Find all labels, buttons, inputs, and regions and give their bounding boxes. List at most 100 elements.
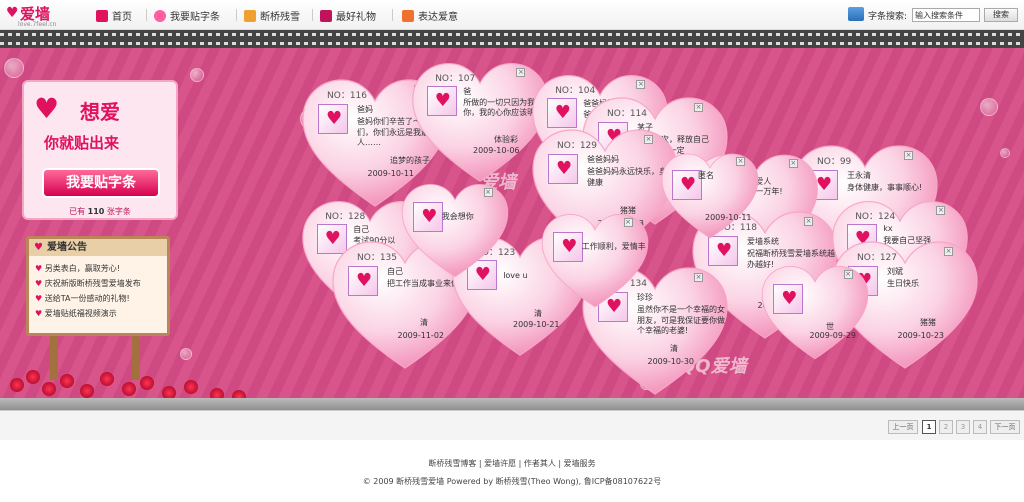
page-1[interactable]: 1 bbox=[922, 420, 936, 434]
note-signature: 清 bbox=[420, 318, 428, 327]
close-icon[interactable]: × bbox=[694, 102, 703, 112]
note-date: 2009-10-06 bbox=[473, 146, 520, 156]
note-count: 已有 110 张字条 bbox=[69, 207, 131, 216]
note-date: 2009-10-11 bbox=[705, 213, 752, 222]
note-avatar bbox=[773, 283, 804, 314]
note-text: 我会想你 bbox=[441, 211, 474, 221]
love-note-heart[interactable]: × 工作顺利，爱情丰 bbox=[540, 210, 650, 309]
close-icon[interactable]: × bbox=[843, 269, 853, 279]
heart-icon bbox=[154, 9, 166, 22]
note-date: 2009-10-30 bbox=[647, 356, 695, 366]
pager-bar bbox=[0, 410, 1024, 440]
nav-best-gift[interactable]: 最好礼物 bbox=[320, 8, 376, 23]
chat-icon bbox=[244, 9, 256, 22]
footer-link[interactable]: 断桥残雪博客 bbox=[428, 459, 476, 468]
nav-express-love[interactable]: 表达爱意 bbox=[402, 8, 458, 23]
note-number: NO：116 bbox=[327, 90, 367, 101]
note-text: 虽然你不是一个幸福的女 bbox=[637, 304, 725, 314]
note-avatar bbox=[426, 85, 457, 116]
note-date: 2009-09-29 bbox=[809, 331, 857, 341]
nav-duanqiao[interactable]: 断桥残雪 bbox=[244, 8, 300, 23]
notice-item[interactable]: 爱墙贴纸福视频演示 bbox=[35, 306, 141, 321]
note-signature: 猪猪 bbox=[920, 318, 936, 327]
note-date: 2009-10-21 bbox=[513, 320, 560, 330]
note-avatar bbox=[553, 231, 584, 262]
page-2[interactable]: 2 bbox=[939, 420, 953, 434]
footer-link[interactable]: 作者其人 bbox=[524, 459, 556, 468]
close-icon[interactable]: × bbox=[636, 80, 646, 90]
close-icon[interactable]: × bbox=[516, 68, 526, 78]
search-input[interactable] bbox=[912, 8, 980, 22]
note-recipient: 王永清 bbox=[847, 170, 871, 180]
nav-post-note[interactable]: 我要贴字条 bbox=[154, 8, 220, 23]
note-signature: 清 bbox=[534, 308, 542, 318]
close-icon[interactable]: × bbox=[644, 134, 653, 144]
close-icon[interactable]: × bbox=[944, 246, 953, 256]
heart-icon: ♥ bbox=[6, 5, 19, 21]
notice-item[interactable]: 送给TA一份感动的礼物! bbox=[35, 291, 141, 306]
close-icon[interactable]: × bbox=[623, 217, 633, 227]
gift-icon bbox=[320, 9, 332, 22]
nav-label: 首页 bbox=[112, 12, 132, 23]
copyright: © 2009 断桥残雪爱墙 Powered by 断桥残雪(Theo Wong)… bbox=[362, 477, 662, 486]
footer-link[interactable]: 爱墙服务 bbox=[564, 459, 596, 468]
close-icon[interactable]: × bbox=[904, 150, 913, 160]
note-text: 工作顺利，爱情丰 bbox=[581, 241, 646, 251]
love-note-heart[interactable]: × 匿名 2009-10-11 bbox=[660, 150, 760, 240]
close-icon[interactable]: × bbox=[788, 159, 798, 169]
note-avatar bbox=[548, 153, 578, 184]
page-3[interactable]: 3 bbox=[956, 420, 970, 434]
note-text: 人…… bbox=[357, 138, 381, 148]
note-recipient: 爸 bbox=[463, 86, 472, 96]
note-number: NO：99 bbox=[817, 156, 852, 167]
page-4[interactable]: 4 bbox=[973, 420, 987, 434]
note-number: NO：124 bbox=[855, 211, 896, 222]
note-number: NO：127 bbox=[857, 252, 897, 263]
note-text: 身体健康，事事顺心! bbox=[847, 182, 923, 192]
note-text: 祝福断桥残雪爱墙系统越 bbox=[747, 248, 835, 258]
top-nav: ♥ 爱墙 love.7feel.cn 首页 我要贴字条 断桥残雪 最好礼物 表达… bbox=[0, 0, 1024, 30]
search-book-icon bbox=[848, 7, 864, 21]
house-icon bbox=[402, 9, 414, 22]
heart-icon: ♥ bbox=[34, 92, 60, 125]
note-number: NO：114 bbox=[607, 108, 647, 119]
love-note-heart[interactable]: NO：107×爸所做的一切只因为我爱你，我的心你应该明白。体验彩2009-10-… bbox=[410, 58, 551, 184]
site-logo[interactable]: ♥ 爱墙 love.7feel.cn bbox=[6, 3, 88, 29]
close-icon[interactable]: × bbox=[483, 187, 493, 197]
love-note-heart[interactable]: × 我会想你 bbox=[400, 180, 510, 279]
note-number: NO：129 bbox=[557, 140, 597, 151]
notice-title: 爱墙公告 bbox=[29, 239, 167, 256]
note-date: 2009-11-02 bbox=[397, 330, 445, 340]
note-recipient: kx bbox=[883, 223, 893, 233]
love-note-heart[interactable]: ×世2009-09-29 bbox=[760, 262, 870, 361]
close-icon[interactable]: × bbox=[694, 272, 703, 282]
footer-link[interactable]: 爱墙许愿 bbox=[484, 459, 516, 468]
notice-item[interactable]: 另类表白，赢取芳心! bbox=[35, 261, 141, 276]
post-note-button[interactable]: 我要贴字条 bbox=[42, 168, 160, 198]
next-page-button[interactable]: 下一页 bbox=[990, 420, 1020, 434]
note-avatar bbox=[348, 265, 378, 296]
note-text: 生日快乐 bbox=[887, 278, 919, 288]
nav-label: 断桥残雪 bbox=[260, 12, 300, 23]
close-icon[interactable]: × bbox=[736, 157, 745, 167]
nav-label: 我要贴字条 bbox=[170, 12, 220, 23]
note-text: 个幸福的老婆! bbox=[637, 326, 689, 336]
prev-page-button[interactable]: 上一页 bbox=[888, 420, 918, 434]
note-recipient: 刘斌 bbox=[887, 266, 903, 276]
note-recipient: 自己 bbox=[353, 224, 370, 234]
close-icon[interactable]: × bbox=[804, 216, 813, 226]
note-avatar bbox=[318, 103, 348, 134]
note-text: 朋友，可是我保证要你做 bbox=[637, 315, 725, 325]
search-button[interactable]: 搜索 bbox=[984, 8, 1018, 22]
note-recipient: 匿名 bbox=[698, 170, 714, 180]
note-recipient: 爸爸妈妈 bbox=[587, 154, 619, 164]
notice-board: 爱墙公告 另类表白，赢取芳心! 庆祝新版断桥残雪爱墙发布 送给TA一份感动的礼物… bbox=[26, 236, 170, 336]
notice-item[interactable]: 庆祝新版断桥残雪爱墙发布 bbox=[35, 276, 141, 291]
close-icon[interactable]: × bbox=[936, 206, 946, 216]
nav-home[interactable]: 首页 bbox=[96, 8, 132, 23]
promo-title: 想爱 bbox=[80, 100, 120, 124]
note-date: 2009-10-11 bbox=[367, 168, 415, 178]
logo-subtext: love.7feel.cn bbox=[18, 21, 57, 28]
search-label: 字条搜索: bbox=[868, 12, 908, 22]
promo-subtitle: 你就贴出来 bbox=[44, 134, 120, 152]
